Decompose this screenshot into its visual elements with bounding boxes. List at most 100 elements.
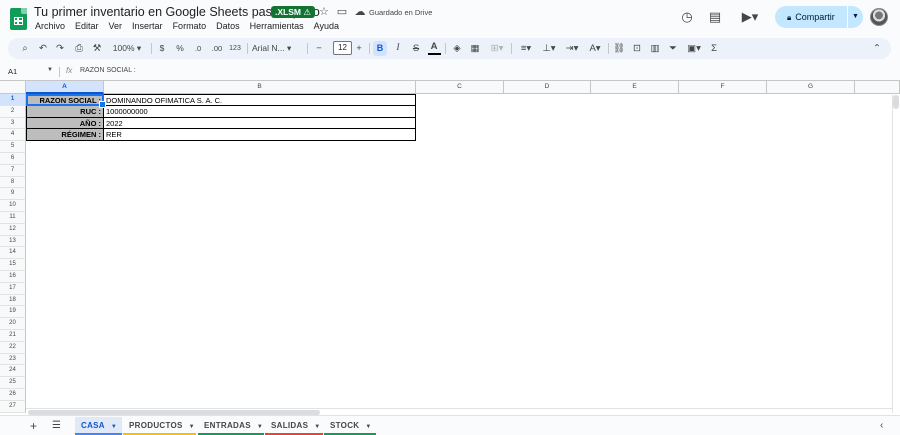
cell-a1[interactable]: RAZON SOCIAL : <box>26 94 104 106</box>
row-header[interactable]: 13 <box>0 235 26 248</box>
sheets-logo-icon[interactable] <box>10 8 27 30</box>
add-sheet-icon[interactable]: + <box>30 419 37 433</box>
cell-a4[interactable]: RÉGIMEN : <box>26 129 104 142</box>
strikethrough-button[interactable]: S <box>409 41 423 56</box>
functions-icon[interactable]: Σ <box>707 41 721 56</box>
currency-format-button[interactable]: $ <box>156 41 168 56</box>
insert-link-icon[interactable]: ⛓ <box>612 41 626 56</box>
insert-comment-icon[interactable]: ⊡ <box>630 41 644 56</box>
text-rotation-icon[interactable]: A▾ <box>585 41 605 56</box>
chevron-left-icon[interactable]: ‹ <box>880 419 883 433</box>
italic-button[interactable]: I <box>391 41 405 56</box>
share-dropdown-icon[interactable]: ▼ <box>847 6 863 28</box>
column-header-g[interactable]: G <box>767 81 855 94</box>
filter-views-icon[interactable]: ▣▾ <box>684 41 704 56</box>
cell-b2[interactable]: 1000000000 <box>104 105 416 118</box>
cell-b1[interactable]: DOMINANDO OFIMATICA S. A. C. <box>104 94 416 106</box>
column-header-d[interactable]: D <box>504 81 591 94</box>
font-family-select[interactable]: Arial N... ▾ <box>252 41 302 56</box>
cell-b3[interactable]: 2022 <box>104 117 416 130</box>
insert-chart-icon[interactable]: ▥ <box>648 41 662 56</box>
row-header[interactable]: 21 <box>0 330 26 342</box>
percent-format-button[interactable]: % <box>174 41 186 56</box>
cell-b4[interactable]: RER <box>104 129 416 142</box>
vertical-scrollbar[interactable] <box>892 95 900 413</box>
move-folder-icon[interactable]: ▭ <box>336 6 348 18</box>
decrease-font-size-button[interactable]: − <box>313 41 325 56</box>
tab-salidas[interactable]: SALIDAS ▼ <box>265 417 323 435</box>
comment-icon[interactable]: ▤ <box>707 9 723 25</box>
select-all-corner[interactable] <box>0 81 26 94</box>
search-icon[interactable]: ⌕ <box>18 41 32 56</box>
undo-icon[interactable]: ↶ <box>36 41 50 56</box>
all-sheets-icon[interactable]: ☰ <box>52 419 61 433</box>
menu-item-ayuda[interactable]: Ayuda <box>314 21 339 31</box>
row-header[interactable]: 24 <box>0 365 26 378</box>
row-header[interactable]: 8 <box>0 176 26 189</box>
row-header[interactable]: 16 <box>0 271 26 283</box>
column-header-a[interactable]: A <box>26 81 104 94</box>
row-header[interactable]: 18 <box>0 294 26 307</box>
row-header[interactable]: 22 <box>0 341 26 354</box>
tab-productos[interactable]: PRODUCTOS ▼ <box>123 417 196 435</box>
row-header[interactable]: 11 <box>0 212 26 224</box>
row-header[interactable]: 17 <box>0 282 26 295</box>
fill-color-icon[interactable]: ◈ <box>450 41 464 56</box>
tab-menu-icon[interactable]: ▼ <box>189 424 195 430</box>
row-header[interactable]: 27 <box>0 400 26 413</box>
print-icon[interactable]: ⎙ <box>72 41 86 56</box>
column-header-h[interactable] <box>855 81 900 94</box>
row-header[interactable]: 7 <box>0 164 26 177</box>
decrease-decimals-button[interactable]: .0 <box>191 41 205 56</box>
menu-item-formato[interactable]: Formato <box>173 21 207 31</box>
row-header[interactable]: 3 <box>0 117 26 130</box>
row-header[interactable]: 1 <box>0 94 26 106</box>
zoom-select[interactable]: 100% ▾ <box>108 41 146 56</box>
row-header[interactable]: 25 <box>0 377 26 389</box>
row-header[interactable]: 4 <box>0 129 26 142</box>
formula-input[interactable]: RAZON SOCIAL : <box>80 67 136 74</box>
paint-format-icon[interactable]: ⚒ <box>90 41 104 56</box>
font-size-input[interactable]: 12 <box>333 41 352 55</box>
row-header[interactable]: 6 <box>0 153 26 165</box>
row-header[interactable]: 14 <box>0 247 26 260</box>
text-wrapping-icon[interactable]: ⇥▾ <box>562 41 582 56</box>
cell-a3[interactable]: AÑO : <box>26 117 104 130</box>
cloud-saved-icon[interactable]: ☁ <box>354 6 366 18</box>
number-format-button[interactable]: 123 <box>228 41 242 56</box>
filter-icon[interactable]: ⏷ <box>666 41 680 56</box>
tab-menu-icon[interactable]: ▼ <box>111 424 117 430</box>
borders-icon[interactable]: ▦ <box>468 41 482 56</box>
row-header[interactable]: 9 <box>0 188 26 201</box>
menu-item-insertar[interactable]: Insertar <box>132 21 163 31</box>
history-icon[interactable]: ◷ <box>679 9 695 25</box>
tab-stock[interactable]: STOCK ▼ <box>324 417 376 435</box>
row-header[interactable]: 23 <box>0 353 26 366</box>
spreadsheet-grid[interactable]: A B C D E F G 1 2 3 4 5 6 7 8 9 10 11 12 13 14 15 16 17 1… <box>0 80 900 415</box>
cell-a2[interactable]: RUC : <box>26 105 104 118</box>
row-header[interactable]: 19 <box>0 306 26 319</box>
menu-item-archivo[interactable]: Archivo <box>35 21 65 31</box>
column-header-b[interactable]: B <box>104 81 416 94</box>
increase-decimals-button[interactable]: .00 <box>209 41 225 56</box>
tab-menu-icon[interactable]: ▼ <box>257 424 263 430</box>
vertical-scroll-thumb[interactable] <box>893 95 899 109</box>
tab-menu-icon[interactable]: ▼ <box>365 424 371 430</box>
vertical-align-icon[interactable]: ⊥▾ <box>539 41 559 56</box>
menu-item-editar[interactable]: Editar <box>75 21 99 31</box>
row-header[interactable]: 10 <box>0 200 26 212</box>
row-header[interactable]: 5 <box>0 141 26 153</box>
name-box-dropdown-icon[interactable]: ▼ <box>47 67 53 73</box>
collapse-toolbar-icon[interactable]: ⌃ <box>870 41 884 56</box>
row-header[interactable]: 26 <box>0 389 26 401</box>
video-call-icon[interactable]: ▶▾ <box>738 9 762 25</box>
horizontal-scrollbar[interactable] <box>26 408 892 415</box>
row-header[interactable]: 12 <box>0 223 26 236</box>
star-icon[interactable]: ☆ <box>318 6 330 18</box>
redo-icon[interactable]: ↷ <box>53 41 67 56</box>
share-button[interactable]: 🔒︎ Compartir ▼ <box>775 6 863 28</box>
tab-entradas[interactable]: ENTRADAS ▼ <box>198 417 264 435</box>
menu-item-ver[interactable]: Ver <box>109 21 123 31</box>
row-header[interactable]: 2 <box>0 105 26 118</box>
column-header-c[interactable]: C <box>416 81 504 94</box>
